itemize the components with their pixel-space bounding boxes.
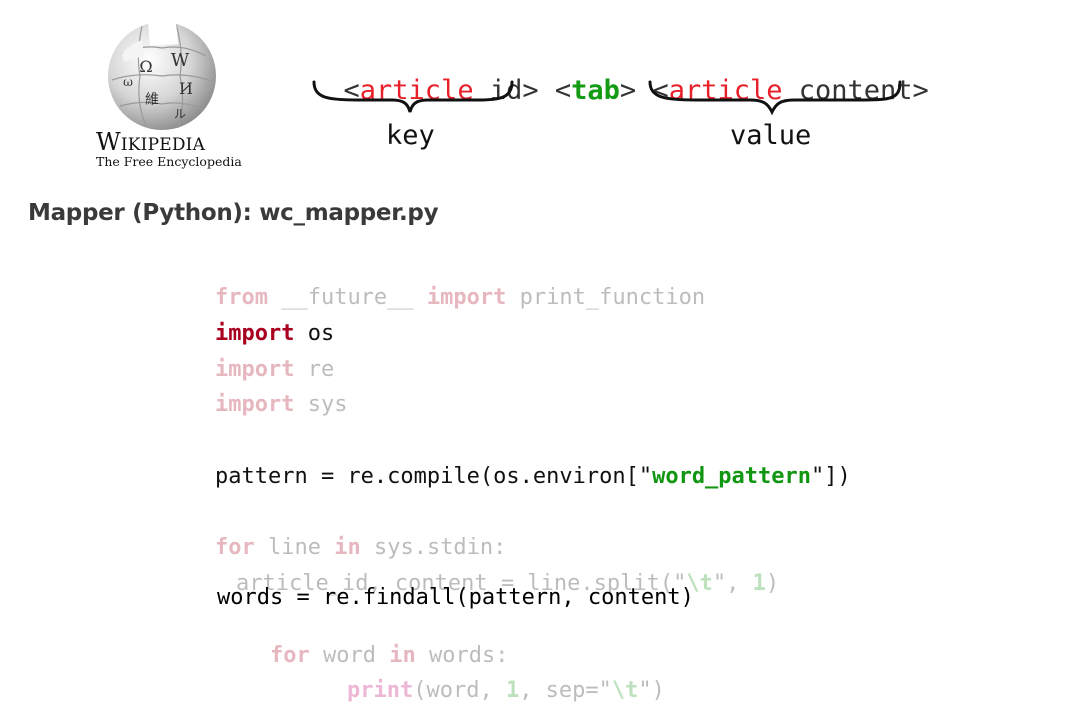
code-line-8: words = re.findall(pattern, content)	[217, 585, 694, 610]
globe-glyph-i: И	[179, 79, 193, 98]
globe-glyph-wei: 維	[145, 92, 159, 108]
key-label: key	[386, 120, 435, 151]
code-line-5: pattern = re.compile(os.environ["word_pa…	[214, 464, 851, 489]
wikipedia-wordmark: Wikipedia	[96, 128, 228, 156]
value-label: value	[730, 120, 812, 151]
section-title: Mapper (Python): wc_mapper.py	[28, 200, 439, 226]
value-brace	[648, 80, 902, 116]
wikipedia-puzzle-globe-icon: Ω W И 維 ω ル	[108, 22, 216, 130]
wikipedia-tagline: The Free Encyclopedia	[96, 154, 242, 169]
kv-braces	[312, 80, 902, 116]
globe-glyph-small-omega: ω	[123, 75, 133, 89]
code-line-10: print(word, 1, sep="\t")	[346, 678, 665, 703]
code-line-4: import sys	[214, 392, 348, 417]
wordmark-text: Wikipedia	[96, 128, 206, 156]
key-brace	[312, 80, 514, 113]
wikipedia-logo: Ω W И 維 ω ル Wikipedia The Free Encyclope…	[92, 12, 242, 172]
globe-glyph-omega: Ω	[139, 57, 152, 76]
globe-glyph-ru: ル	[174, 107, 186, 121]
globe-glyph-w: W	[171, 50, 190, 71]
